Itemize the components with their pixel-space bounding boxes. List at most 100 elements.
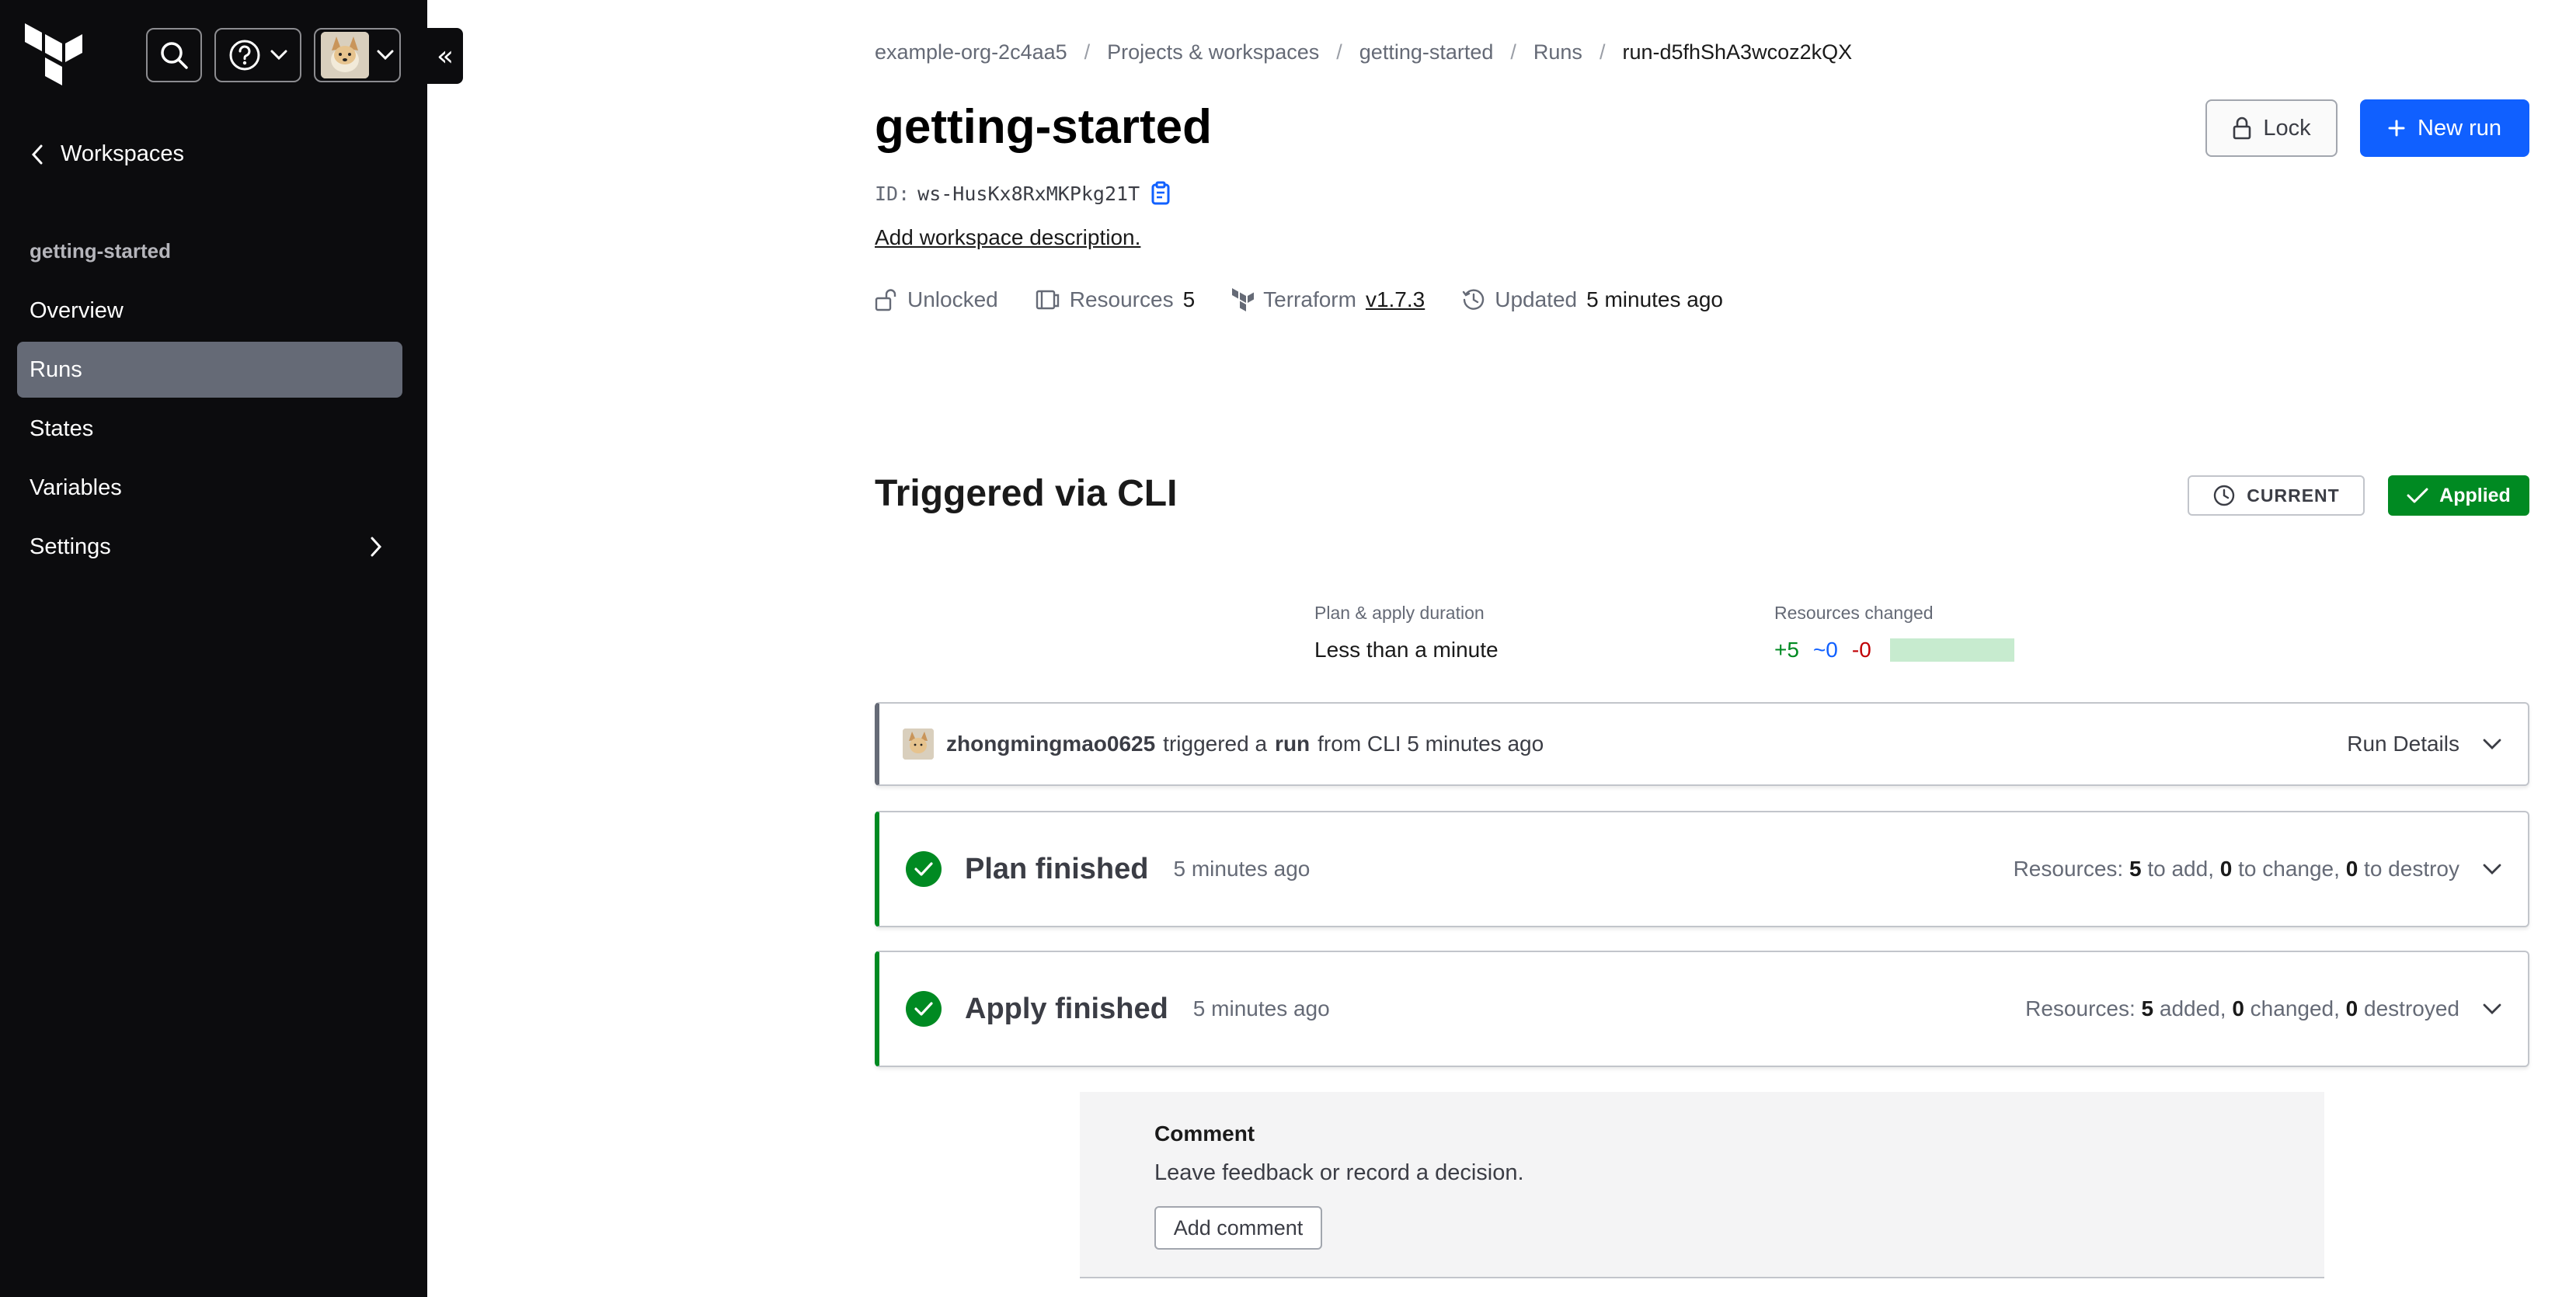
updated-label: Updated bbox=[1495, 287, 1578, 311]
avatar bbox=[321, 32, 369, 78]
breadcrumb-projects[interactable]: Projects & workspaces bbox=[1107, 40, 1319, 64]
duration-value: Less than a minute bbox=[1314, 638, 1499, 662]
help-menu-button[interactable] bbox=[214, 28, 301, 82]
resources-value: 5 bbox=[1182, 287, 1196, 311]
current-badge: CURRENT bbox=[2188, 475, 2365, 516]
help-icon bbox=[229, 40, 260, 71]
resources-destroyed: -0 bbox=[1851, 638, 1871, 662]
lock-status: Unlocked bbox=[875, 287, 998, 312]
chevron-down-icon[interactable] bbox=[2483, 864, 2501, 875]
chevron-down-icon bbox=[270, 50, 287, 61]
run-trigger-card[interactable]: zhongmingmao0625 triggered a run from CL… bbox=[875, 702, 2529, 786]
chevron-right-icon bbox=[371, 537, 382, 557]
apply-resources-text: Resources: 5 added, 0 changed, 0 destroy… bbox=[2025, 996, 2459, 1021]
updated-time: Updated 5 minutes ago bbox=[1462, 287, 1723, 312]
resources-changed: ~0 bbox=[1812, 638, 1838, 662]
breadcrumb-runs[interactable]: Runs bbox=[1533, 40, 1582, 64]
trigger-text: zhongmingmao0625 triggered a run from CL… bbox=[946, 732, 1544, 756]
workspace-nav: Overview Runs States Variables Settings bbox=[17, 283, 402, 578]
sidebar-item-label: Overview bbox=[30, 297, 124, 323]
check-circle-icon bbox=[906, 991, 942, 1027]
avatar bbox=[903, 728, 934, 760]
apply-card[interactable]: Apply finished 5 minutes ago Resources: … bbox=[875, 951, 2529, 1067]
apply-summary: Resources: 5 added, 0 changed, 0 destroy… bbox=[2025, 952, 2501, 1066]
lock-icon bbox=[2233, 116, 2251, 140]
run-details-toggle[interactable]: Run Details bbox=[2347, 704, 2501, 784]
terraform-icon bbox=[1232, 288, 1255, 311]
trigger-run-word: run bbox=[1275, 732, 1311, 756]
sidebar-item-label: Variables bbox=[30, 475, 122, 500]
breadcrumb-workspace[interactable]: getting-started bbox=[1359, 40, 1494, 64]
comment-section: Comment Leave feedback or record a decis… bbox=[1080, 1092, 2324, 1278]
chevron-down-icon[interactable] bbox=[2483, 1003, 2501, 1014]
workspace-id-value: ws-HusKx8RxMKPkg21T bbox=[917, 182, 1140, 205]
apply-time: 5 minutes ago bbox=[1192, 996, 1330, 1021]
new-run-button[interactable]: New run bbox=[2360, 99, 2529, 157]
back-link-label: Workspaces bbox=[61, 141, 185, 166]
plan-title: Plan finished bbox=[965, 852, 1149, 885]
clock-icon bbox=[2214, 485, 2235, 506]
current-badge-label: CURRENT bbox=[2247, 485, 2340, 506]
trigger-text-1: triggered a bbox=[1163, 732, 1268, 756]
workspace-id: ID: ws-HusKx8RxMKPkg21T bbox=[875, 180, 1174, 207]
plan-resources-text: Resources: 5 to add, 0 to change, 0 to d… bbox=[2013, 857, 2459, 881]
resources-changed-label: Resources changed bbox=[1774, 603, 1934, 623]
sidebar-item-runs[interactable]: Runs bbox=[17, 342, 402, 398]
plan-card[interactable]: Plan finished 5 minutes ago Resources: 5… bbox=[875, 811, 2529, 927]
search-button[interactable] bbox=[146, 28, 202, 82]
terraform-version-link[interactable]: v1.7.3 bbox=[1366, 287, 1425, 312]
status-badge: Applied bbox=[2388, 475, 2529, 516]
plan-summary: Resources: 5 to add, 0 to change, 0 to d… bbox=[2014, 812, 2501, 926]
collapse-sidebar-button[interactable]: « bbox=[427, 28, 463, 84]
check-icon bbox=[2407, 488, 2428, 503]
copy-icon[interactable] bbox=[1147, 180, 1174, 207]
user-menu-button[interactable] bbox=[314, 28, 401, 82]
resources-label: Resources bbox=[1069, 287, 1174, 311]
page-title: getting-started bbox=[875, 100, 1212, 154]
resources-added: +5 bbox=[1774, 638, 1799, 662]
add-comment-button[interactable]: Add comment bbox=[1154, 1206, 1322, 1250]
terraform-logo-icon[interactable] bbox=[25, 23, 82, 87]
workspace-meta: Unlocked Resources 5 Terraform v1.7.3 Up… bbox=[875, 287, 1723, 312]
add-description-link[interactable]: Add workspace description. bbox=[875, 225, 1140, 250]
new-run-button-label: New run bbox=[2418, 115, 2501, 141]
terraform-version: Terraform v1.7.3 bbox=[1232, 287, 1425, 312]
apply-title: Apply finished bbox=[965, 992, 1168, 1025]
collapse-icon: « bbox=[436, 40, 454, 72]
history-icon bbox=[1463, 289, 1485, 310]
comment-subtitle: Leave feedback or record a decision. bbox=[1154, 1160, 1524, 1185]
updated-value: 5 minutes ago bbox=[1586, 287, 1723, 311]
sidebar-item-overview[interactable]: Overview bbox=[17, 283, 402, 339]
unlock-icon bbox=[875, 289, 896, 311]
status-badge-label: Applied bbox=[2439, 484, 2511, 506]
lock-button-label: Lock bbox=[2263, 115, 2311, 141]
resources-icon bbox=[1036, 290, 1059, 310]
changes-bar bbox=[1889, 638, 2014, 662]
sidebar-item-label: Runs bbox=[30, 356, 82, 382]
sidebar: Workspaces getting-started Overview Runs… bbox=[0, 0, 427, 1297]
back-to-workspaces-link[interactable]: Workspaces bbox=[31, 141, 184, 167]
plus-icon bbox=[2388, 120, 2405, 137]
lock-status-text: Unlocked bbox=[907, 287, 998, 311]
workspace-id-label: ID: bbox=[875, 182, 910, 205]
resources-count: Resources 5 bbox=[1036, 287, 1195, 312]
sidebar-item-label: States bbox=[30, 416, 94, 441]
lock-button[interactable]: Lock bbox=[2205, 99, 2338, 157]
sidebar-item-states[interactable]: States bbox=[17, 401, 402, 457]
chevron-left-icon bbox=[31, 144, 43, 164]
workspace-heading: getting-started bbox=[30, 239, 171, 263]
sidebar-item-settings[interactable]: Settings bbox=[17, 519, 402, 575]
sidebar-item-variables[interactable]: Variables bbox=[17, 460, 402, 516]
resources-changed-stat: Resources changed +5 ~0 -0 bbox=[1774, 603, 2014, 662]
trigger-user[interactable]: zhongmingmao0625 bbox=[946, 732, 1155, 756]
sidebar-item-label: Settings bbox=[30, 534, 111, 559]
breadcrumb-separator: / bbox=[1084, 40, 1091, 64]
chevron-down-icon bbox=[377, 50, 394, 61]
breadcrumb: example-org-2c4aa5 / Projects & workspac… bbox=[875, 40, 1852, 64]
search-icon bbox=[161, 42, 188, 69]
plan-time: 5 minutes ago bbox=[1173, 857, 1311, 881]
breadcrumb-separator: / bbox=[1510, 40, 1516, 64]
breadcrumb-separator: / bbox=[1599, 40, 1606, 64]
duration-label: Plan & apply duration bbox=[1314, 603, 1485, 623]
breadcrumb-org[interactable]: example-org-2c4aa5 bbox=[875, 40, 1067, 64]
